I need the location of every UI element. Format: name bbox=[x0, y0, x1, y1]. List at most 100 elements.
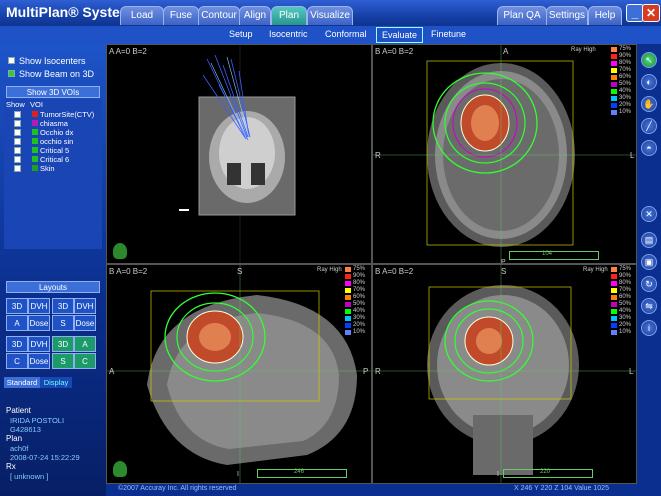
legend-label: 20% bbox=[619, 102, 632, 108]
layout-dose-button[interactable]: Dose bbox=[28, 353, 50, 369]
orient-right: R bbox=[375, 367, 381, 376]
legend-label: 80% bbox=[619, 280, 632, 286]
legend-label: 40% bbox=[619, 308, 632, 314]
legend-label: 10% bbox=[619, 109, 632, 115]
ray-high-label: Ray High bbox=[317, 267, 342, 273]
legend-swatch bbox=[345, 295, 351, 300]
subnav-finetune[interactable]: Finetune bbox=[431, 29, 466, 39]
pointer-icon[interactable]: ↖ bbox=[641, 52, 657, 68]
voi-row[interactable]: Critical 5 bbox=[4, 146, 102, 155]
tab-plan[interactable]: Plan bbox=[271, 6, 307, 25]
cursor-coordinates: X 246 Y 220 Z 104 Value 1025 bbox=[514, 485, 609, 492]
tab-fuse[interactable]: Fuse bbox=[163, 6, 199, 25]
legend-swatch bbox=[345, 323, 351, 328]
tab-contour[interactable]: Contour bbox=[198, 6, 240, 25]
layouts-button[interactable]: Layouts bbox=[6, 281, 100, 293]
layout-axial-button[interactable]: A bbox=[6, 315, 28, 331]
legend-label: 30% bbox=[353, 315, 366, 321]
legend-label: 70% bbox=[353, 287, 366, 293]
slice-scrollbar[interactable]: 220 bbox=[503, 469, 593, 478]
layout-axial-button[interactable]: A bbox=[74, 336, 96, 352]
brush-icon[interactable]: ╱ bbox=[641, 118, 657, 134]
voi-row[interactable]: Occhio dx bbox=[4, 128, 102, 137]
layout-sagittal-button[interactable]: S bbox=[52, 315, 74, 331]
layout-dvh-button[interactable]: DVH bbox=[74, 298, 96, 314]
close-button[interactable]: ✕ bbox=[642, 4, 660, 22]
viewport-3d-label: A A=0 B=2 bbox=[109, 47, 147, 56]
tab-load[interactable]: Load bbox=[120, 6, 164, 25]
legend-label: 30% bbox=[619, 95, 632, 101]
rotate-icon[interactable]: ↻ bbox=[641, 276, 657, 292]
legend-label: 50% bbox=[353, 301, 366, 307]
voi-name: occhio sin bbox=[40, 137, 74, 146]
layout-dvh-button[interactable]: DVH bbox=[28, 298, 50, 314]
layers-icon[interactable]: ▤ bbox=[641, 232, 657, 248]
hand-icon[interactable]: ✋ bbox=[641, 96, 657, 112]
layout-3d-button[interactable]: 3D bbox=[6, 298, 28, 314]
tab-display[interactable]: Display bbox=[40, 377, 72, 388]
viewport-axial[interactable]: B A=0 B=2 A R L Ray High 75% 90% 80% 70%… bbox=[372, 44, 637, 264]
cross-icon[interactable]: ✕ bbox=[641, 206, 657, 222]
voi-name: Skin bbox=[40, 164, 55, 173]
layout-3d-button[interactable]: 3D bbox=[52, 298, 74, 314]
viewport-axial-canvas bbox=[373, 45, 636, 263]
viewport-sagittal[interactable]: B A=0 B=2 S A P Ray High 75% 90% 80% 70%… bbox=[106, 264, 372, 484]
legend-swatch bbox=[611, 54, 617, 59]
tab-visualize[interactable]: Visualize bbox=[307, 6, 353, 25]
flip-icon[interactable]: ⇋ bbox=[641, 298, 657, 314]
viewport-coronal-label: B A=0 B=2 bbox=[375, 267, 414, 276]
voi-row[interactable]: Critical 6 bbox=[4, 155, 102, 164]
viewport-coronal[interactable]: B A=0 B=2 S R L Ray High 75% 90% 80% 70%… bbox=[372, 264, 637, 484]
ellipse-icon[interactable]: ◐ bbox=[641, 74, 657, 90]
layout-coronal-button[interactable]: C bbox=[6, 353, 28, 369]
show-beam-checkbox[interactable] bbox=[8, 70, 15, 77]
legend-label: 80% bbox=[353, 280, 366, 286]
info-icon[interactable]: i bbox=[641, 320, 657, 336]
layout-sagittal-button[interactable]: S bbox=[52, 353, 74, 369]
show-3d-vois-button[interactable]: Show 3D VOIs bbox=[6, 86, 100, 98]
viewport-3d[interactable]: A A=0 B=2 bbox=[106, 44, 372, 264]
layout-3d-button[interactable]: 3D bbox=[52, 336, 74, 352]
subnav-evaluate[interactable]: Evaluate bbox=[376, 27, 424, 43]
tab-help[interactable]: Help bbox=[588, 6, 622, 25]
legend-label: 10% bbox=[353, 329, 366, 335]
layout-coronal-button[interactable]: C bbox=[74, 353, 96, 369]
slice-scrollbar[interactable]: 246 bbox=[257, 469, 347, 478]
subnav-isocentric[interactable]: Isocentric bbox=[269, 29, 308, 39]
layout-dose-button[interactable]: Dose bbox=[74, 315, 96, 331]
voi-show-checkbox[interactable] bbox=[14, 120, 21, 127]
voi-header-show: Show bbox=[6, 100, 25, 109]
layout-3d-button[interactable]: 3D bbox=[6, 336, 28, 352]
legend-label: 80% bbox=[619, 60, 632, 66]
voi-show-checkbox[interactable] bbox=[14, 165, 21, 172]
voi-show-checkbox[interactable] bbox=[14, 156, 21, 163]
slice-scrollbar-value: 104 bbox=[542, 251, 553, 257]
voi-show-checkbox[interactable] bbox=[14, 138, 21, 145]
voi-row[interactable]: TumorSite(CTV) bbox=[4, 110, 102, 119]
cube-icon[interactable]: ▣ bbox=[641, 254, 657, 270]
orient-right: R bbox=[375, 151, 381, 160]
layout-dvh-button[interactable]: DVH bbox=[28, 336, 50, 352]
legend-swatch bbox=[611, 75, 617, 80]
legend-swatch bbox=[611, 309, 617, 314]
orient-anterior: A bbox=[109, 367, 115, 376]
layout-dose-button[interactable]: Dose bbox=[28, 315, 50, 331]
contrast-icon[interactable]: ◓ bbox=[641, 140, 657, 156]
rx-value: [ unknown ] bbox=[10, 472, 49, 481]
tab-plan-qa[interactable]: Plan QA bbox=[497, 6, 547, 25]
tab-settings[interactable]: Settings bbox=[546, 6, 588, 25]
legend-label: 75% bbox=[619, 266, 632, 272]
slice-scrollbar[interactable]: 104 bbox=[509, 251, 599, 260]
voi-row[interactable]: chiasma bbox=[4, 119, 102, 128]
voi-show-checkbox[interactable] bbox=[14, 147, 21, 154]
tab-standard[interactable]: Standard bbox=[4, 377, 40, 388]
show-isocenters-checkbox[interactable] bbox=[8, 57, 15, 64]
legend-swatch bbox=[611, 281, 617, 286]
voi-row[interactable]: Skin bbox=[4, 164, 102, 173]
tab-align[interactable]: Align bbox=[239, 6, 271, 25]
voi-show-checkbox[interactable] bbox=[14, 129, 21, 136]
voi-row[interactable]: occhio sin bbox=[4, 137, 102, 146]
subnav-setup[interactable]: Setup bbox=[229, 29, 253, 39]
voi-show-checkbox[interactable] bbox=[14, 111, 21, 118]
subnav-conformal[interactable]: Conformal bbox=[325, 29, 367, 39]
